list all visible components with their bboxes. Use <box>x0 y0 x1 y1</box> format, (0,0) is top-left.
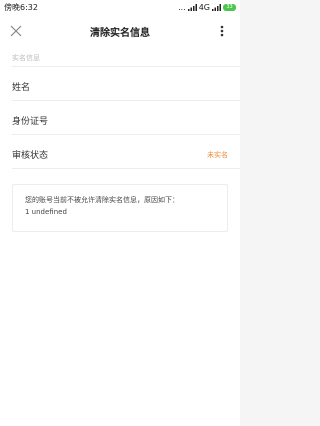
close-icon[interactable] <box>8 23 24 39</box>
divider <box>12 134 240 135</box>
signal-icon-2 <box>212 3 221 11</box>
battery-icon: 33 <box>223 3 236 11</box>
row-name-label: 姓名 <box>12 83 31 93</box>
signal-icon <box>187 3 197 11</box>
status-time: 傍晚6:32 <box>4 2 38 12</box>
status-bar: 傍晚6:32 ... 4G 33 <box>0 0 240 14</box>
notice-box: 您的账号当前不被允许清除实名信息，原因如下： 1 undefined <box>12 184 228 232</box>
status-badge: 未实名 <box>207 151 228 159</box>
title-bar: 清除实名信息 <box>0 14 240 48</box>
row-idcard-label: 身份证号 <box>12 117 49 127</box>
network-type: 4G <box>198 2 210 12</box>
more-vertical-icon[interactable] <box>214 23 230 39</box>
page-title: 清除实名信息 <box>90 27 150 39</box>
status-indicators: ... 4G 33 <box>178 3 236 12</box>
divider <box>12 66 240 67</box>
row-status-label: 审核状态 <box>12 151 49 161</box>
notice-line-1: 您的账号当前不被允许清除实名信息，原因如下： <box>25 196 179 204</box>
network-dots: ... <box>178 2 186 12</box>
divider <box>12 100 240 101</box>
notice-line-2: 1 undefined <box>25 208 67 216</box>
section-label: 实名信息 <box>12 54 40 62</box>
content-panel: 实名信息 姓名 身份证号 审核状态 未实名 您的账号当前不被允许清除实名信息，原… <box>0 48 240 426</box>
divider <box>12 168 240 169</box>
